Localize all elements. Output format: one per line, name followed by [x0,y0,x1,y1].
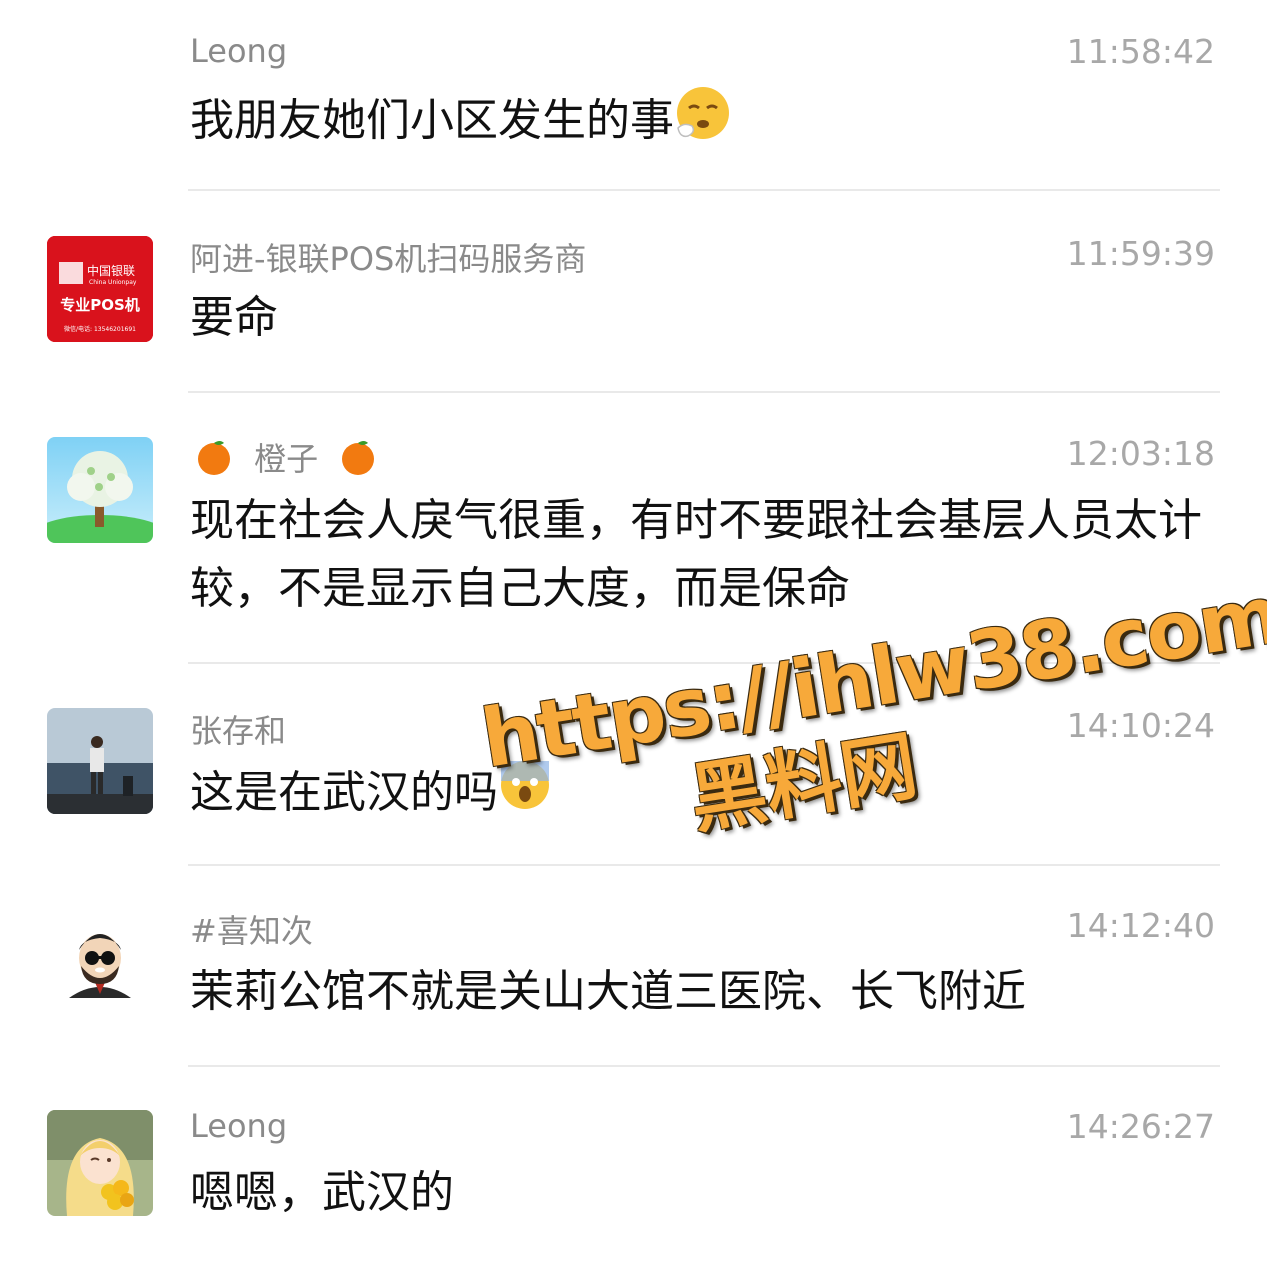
message-time: 12:03:18 [1066,434,1215,473]
message-time: 14:10:24 [1066,706,1215,745]
avatar[interactable] [47,708,153,814]
avatar[interactable] [47,910,153,1016]
sender-name[interactable]: Leong [190,32,287,70]
sender-name[interactable]: 橙子 [190,434,382,485]
screaming-face-emoji-icon [498,758,552,832]
sneezing-face-emoji-icon [674,84,732,162]
message-text: 要命 [190,292,278,343]
message-text: 这是在武汉的吗 [190,758,1220,832]
message-time: 14:26:27 [1066,1107,1215,1146]
pos-contact: 微信/电话: 13546201691 [64,325,136,333]
sender-name[interactable]: 张存和 [190,706,286,752]
message-time: 11:59:39 [1066,234,1215,273]
sender-name[interactable]: Leong [190,1107,287,1145]
sender-name[interactable]: #喜知次 [190,906,313,952]
unionpay-brand-cn: 中国银联 [87,263,135,278]
message-time: 14:12:40 [1066,906,1215,945]
divider [188,1065,1220,1067]
divider [188,391,1220,393]
watermark: https://ihlw38.com 黑料网 [476,568,1267,928]
sender-name[interactable]: 阿进-银联POS机扫码服务商 [190,234,586,280]
orange-icon [194,437,234,485]
pos-title: 专业POS机 [60,296,140,314]
unionpay-brand-en: China Unionpay [89,279,137,286]
divider [188,662,1220,664]
message-text: 嗯嗯，武汉的 [190,1167,454,1218]
message-text: 我朋友她们小区发生的事 [190,84,1220,162]
avatar[interactable]: 中国银联 China Unionpay 专业POS机 微信/电话: 135462… [47,236,153,342]
divider [188,189,1220,191]
avatar[interactable] [47,1110,153,1216]
avatar[interactable] [47,437,153,543]
message-text: 现在社会人戾气很重，有时不要跟社会基层人员太计较，不是显示自己大度，而是保命 [190,495,1202,614]
message-time: 11:58:42 [1066,32,1215,71]
message-text: 茉莉公馆不就是关山大道三医院、长飞附近 [190,966,1026,1017]
divider [188,864,1220,866]
orange-icon [338,437,378,485]
